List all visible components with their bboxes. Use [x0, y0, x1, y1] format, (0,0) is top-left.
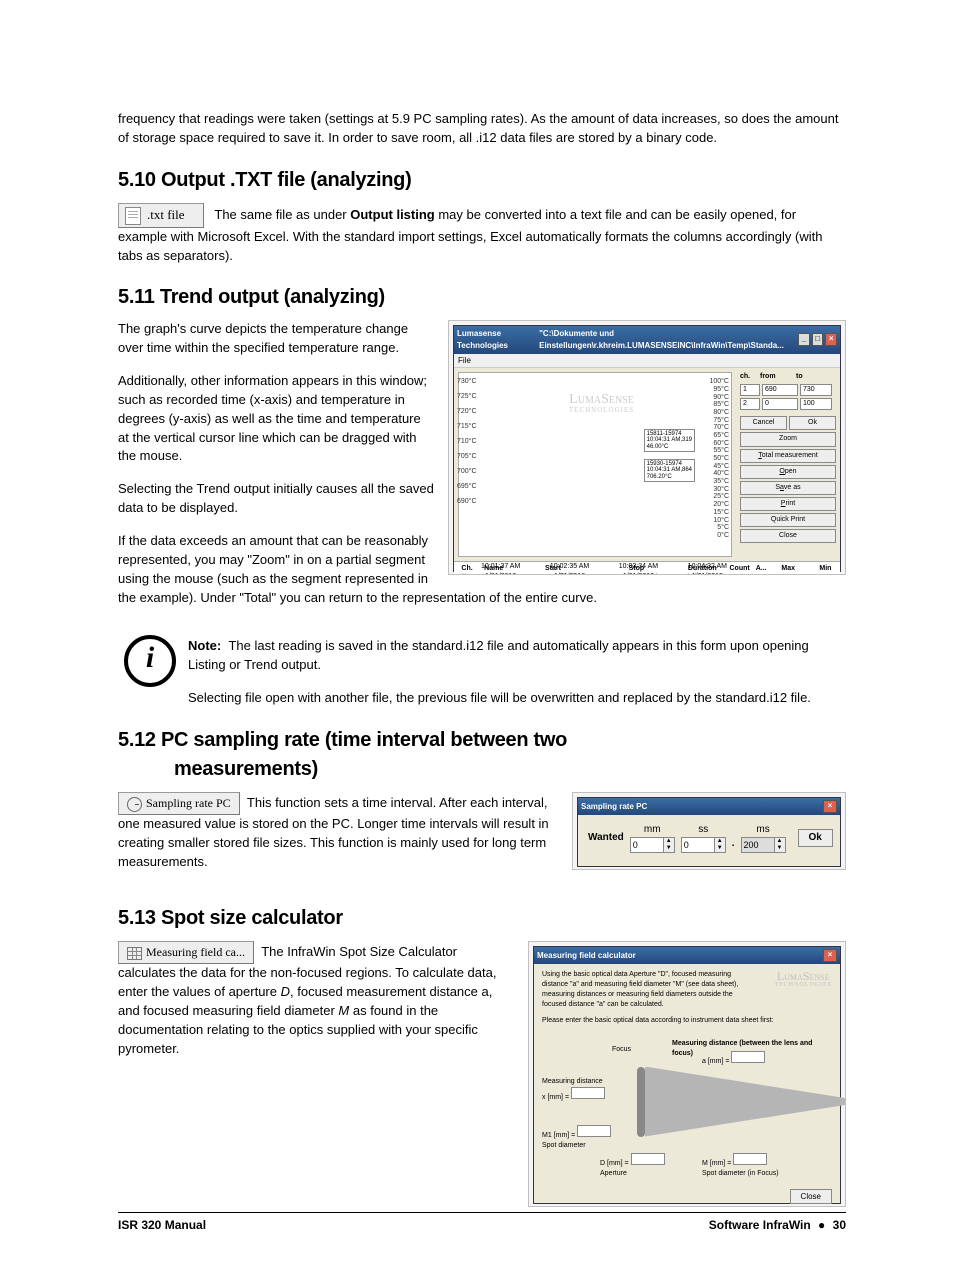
txt-file-button-label: .txt file	[147, 207, 185, 222]
sampling-rate-button[interactable]: Sampling rate PC	[118, 792, 240, 815]
lumasense-watermark: LumaSense TECHNOLOGIES	[569, 393, 634, 414]
file-menu[interactable]: File	[458, 356, 471, 365]
trend-titlebar: Lumasense Technologies "C:\Dokumente und…	[454, 326, 840, 353]
bullet-icon: ●	[814, 1218, 829, 1232]
measuring-field-button[interactable]: Measuring field ca...	[118, 941, 254, 964]
ok-button[interactable]: Ok	[789, 416, 836, 430]
close-panel-button[interactable]: Close	[740, 529, 836, 543]
note-label: Note:	[188, 638, 221, 653]
sampling-rate-screenshot: Sampling rate PC × Wanted mm 0▲▼ ss 0▲▼ …	[572, 792, 846, 870]
maximize-button[interactable]: □	[812, 333, 824, 346]
minimize-button[interactable]: _	[798, 333, 810, 346]
info-icon: i	[124, 635, 176, 687]
footer-right-title: Software InfraWin	[709, 1218, 811, 1232]
intro-paragraph: frequency that readings were taken (sett…	[118, 110, 846, 148]
close-button[interactable]: ×	[823, 800, 837, 813]
ch-1[interactable]: 1	[740, 384, 760, 396]
text-file-icon	[125, 207, 141, 225]
y-axis-right: 100°C95°C 90°C85°C 80°C75°C 70°C65°C 60°…	[709, 377, 729, 538]
to-1[interactable]: 730	[800, 384, 832, 396]
from-2[interactable]: 0	[762, 398, 798, 410]
total-measurement-button[interactable]: TTotal measurementotal measurement	[740, 449, 836, 463]
note-para-2: Selecting file open with another file, t…	[188, 689, 846, 708]
page-number: 30	[833, 1218, 846, 1232]
print-button[interactable]: Print	[740, 497, 836, 511]
footer-left: ISR 320 Manual	[118, 1217, 206, 1234]
clock-icon	[127, 797, 142, 812]
close-button[interactable]: ×	[825, 333, 837, 346]
m-input[interactable]	[733, 1153, 767, 1165]
spot-size-calc-screenshot: Measuring field calculator × LumaSenseTE…	[528, 941, 846, 1207]
m1-input[interactable]	[577, 1125, 611, 1137]
calc-intro: Using the basic optical data Aperture "D…	[542, 970, 742, 1011]
note-block: i Note: The last reading is saved in the…	[118, 637, 846, 708]
calc-titlebar: Measuring field calculator ×	[534, 947, 840, 964]
page-footer: ISR 320 Manual Software InfraWin ● 30	[118, 1212, 846, 1234]
lumasense-watermark: LumaSenseTECHNOLOGIES	[774, 970, 832, 988]
ch-2[interactable]: 2	[740, 398, 760, 410]
close-button[interactable]: ×	[823, 949, 837, 962]
trend-side-panel: ch. from to 1 690 730 2 0 100	[736, 368, 840, 561]
y-axis-left: 730°C725°C 720°C715°C 710°C705°C 700°C69…	[457, 377, 477, 512]
to-2[interactable]: 100	[800, 398, 832, 410]
heading-5-13: 5.13 Spot size calculator	[118, 904, 846, 933]
beam-shape	[645, 1067, 845, 1137]
heading-5-12b: measurements)	[118, 755, 846, 784]
txt-file-button[interactable]: .txt file	[118, 203, 204, 228]
close-calc-button[interactable]: Close	[790, 1189, 832, 1205]
calc-instruction: Please enter the basic optical data acco…	[542, 1016, 832, 1026]
calc-diagram: Focus Measuring distance (between the le…	[542, 1043, 832, 1183]
open-button[interactable]: Open	[740, 465, 836, 479]
heading-5-11: 5.11 Trend output (analyzing)	[118, 283, 846, 312]
lens-icon	[637, 1067, 645, 1137]
cancel-button[interactable]: Cancel	[740, 416, 787, 430]
sampling-titlebar: Sampling rate PC ×	[578, 798, 840, 815]
ms-input[interactable]: 200▲▼	[741, 837, 786, 853]
wanted-label: Wanted	[588, 831, 624, 846]
x-axis-labels: 10:01:37 AM1/31/2013 10:02:35 AM1/31/201…	[481, 562, 727, 576]
trend-chart[interactable]: LumaSense TECHNOLOGIES 730°C725°C 720°C7…	[458, 372, 732, 557]
zoom-button[interactable]: Zoom	[740, 432, 836, 446]
mm-input[interactable]: 0▲▼	[630, 837, 675, 853]
ss-input[interactable]: 0▲▼	[681, 837, 726, 853]
save-as-button[interactable]: Save as	[740, 481, 836, 495]
para-5-10: .txt file The same file as under Output …	[118, 203, 846, 266]
trend-output-screenshot: Lumasense Technologies "C:\Dokumente und…	[448, 320, 846, 575]
data-flag-1: 15811-1597410:04:31 AM,31946.00°C	[644, 429, 695, 452]
data-flag-2: 15930-1597410:04:31 AM,864706.20°C	[644, 459, 695, 482]
a-input[interactable]	[731, 1051, 765, 1063]
quick-print-button[interactable]: Quick Print	[740, 513, 836, 527]
heading-5-12: 5.12 PC sampling rate (time interval bet…	[118, 726, 846, 755]
heading-5-10: 5.10 Output .TXT file (analyzing)	[118, 166, 846, 195]
ok-button[interactable]: Ok	[798, 829, 833, 848]
grid-icon	[127, 947, 142, 960]
x-input[interactable]	[571, 1087, 605, 1099]
from-1[interactable]: 690	[762, 384, 798, 396]
d-input[interactable]	[631, 1153, 665, 1165]
